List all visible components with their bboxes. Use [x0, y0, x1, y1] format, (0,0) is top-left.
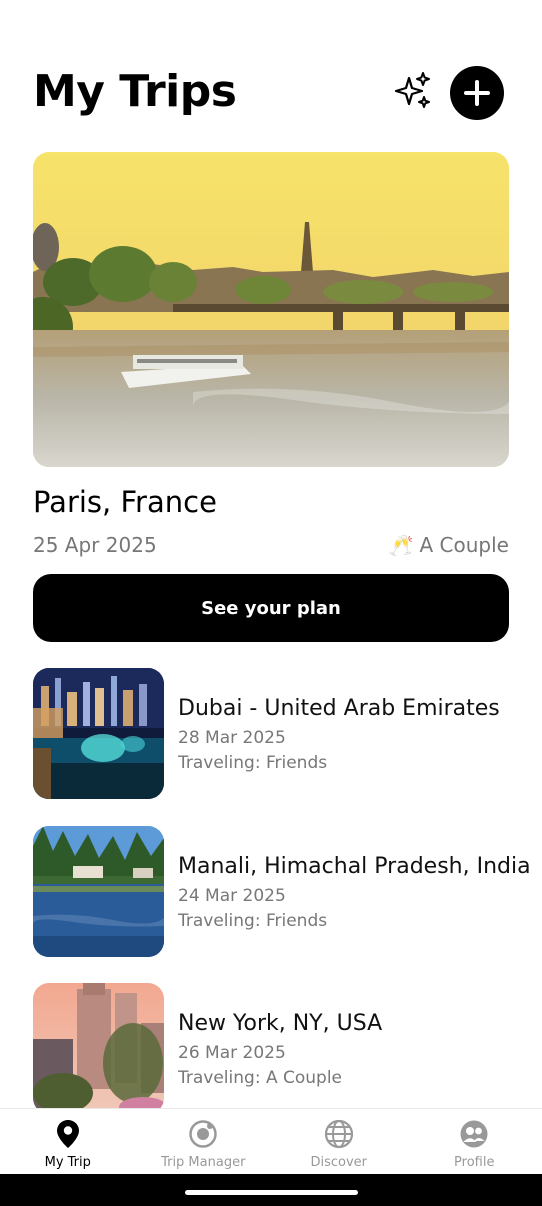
trip-traveling: Traveling: Friends [178, 911, 328, 931]
featured-trip-destination[interactable]: Paris, France [33, 482, 217, 522]
profile-icon [458, 1118, 490, 1150]
featured-trip-image[interactable] [33, 152, 509, 467]
trip-info: New York, NY, USA 26 Mar 2025 Traveling:… [178, 1009, 542, 1090]
page-title: My Trips [33, 66, 237, 117]
trip-name: New York, NY, USA [178, 1011, 383, 1036]
header: My Trips [33, 62, 504, 122]
nav-item-my-trip[interactable]: My Trip [0, 1109, 136, 1174]
trip-name: Manali, Himachal Pradesh, India [178, 854, 531, 879]
trip-date: 26 Mar 2025 [178, 1043, 286, 1063]
nav-label: Trip Manager [161, 1155, 246, 1170]
dubai-thumbnail [33, 668, 164, 799]
new-york-thumbnail [33, 983, 164, 1114]
trip-info: Manali, Himachal Pradesh, India 24 Mar 2… [178, 852, 542, 933]
plus-icon [464, 80, 490, 106]
nav-label: Profile [454, 1155, 495, 1170]
trip-list-item[interactable]: Manali, Himachal Pradesh, India 24 Mar 2… [33, 826, 542, 957]
trip-date: 24 Mar 2025 [178, 886, 286, 906]
trip-name: Dubai - United Arab Emirates [178, 696, 500, 721]
system-navigation-bar [0, 1174, 542, 1206]
map-pin-icon [52, 1118, 84, 1150]
trip-info: Dubai - United Arab Emirates 28 Mar 2025… [178, 694, 542, 775]
nav-item-discover[interactable]: Discover [271, 1109, 407, 1174]
trip-list-item[interactable]: New York, NY, USA 26 Mar 2025 Traveling:… [33, 983, 542, 1114]
paris-seine-image [33, 152, 509, 467]
cheers-icon: 🥂 [388, 533, 414, 557]
sparkles-icon [394, 72, 430, 108]
featured-trip-companion: 🥂 A Couple [389, 531, 509, 559]
bottom-nav: My Trip Trip Manager Discover Profile [0, 1108, 542, 1174]
nav-label: My Trip [44, 1155, 91, 1170]
add-trip-button[interactable] [450, 66, 504, 120]
radar-icon [187, 1118, 219, 1150]
featured-trip-date: 25 Apr 2025 [33, 533, 157, 557]
nav-item-profile[interactable]: Profile [407, 1109, 542, 1174]
nav-item-trip-manager[interactable]: Trip Manager [136, 1109, 272, 1174]
globe-icon [323, 1118, 355, 1150]
trip-traveling: Traveling: Friends [178, 753, 328, 773]
home-indicator[interactable] [185, 1190, 358, 1195]
companion-label: A Couple [419, 533, 509, 557]
see-your-plan-button[interactable]: See your plan [33, 574, 509, 642]
trip-traveling: Traveling: A Couple [178, 1068, 343, 1088]
manali-thumbnail [33, 826, 164, 957]
nav-label: Discover [310, 1155, 368, 1170]
trip-date: 28 Mar 2025 [178, 728, 286, 748]
sparkles-button[interactable] [390, 70, 434, 114]
trip-list-item[interactable]: Dubai - United Arab Emirates 28 Mar 2025… [33, 668, 542, 799]
